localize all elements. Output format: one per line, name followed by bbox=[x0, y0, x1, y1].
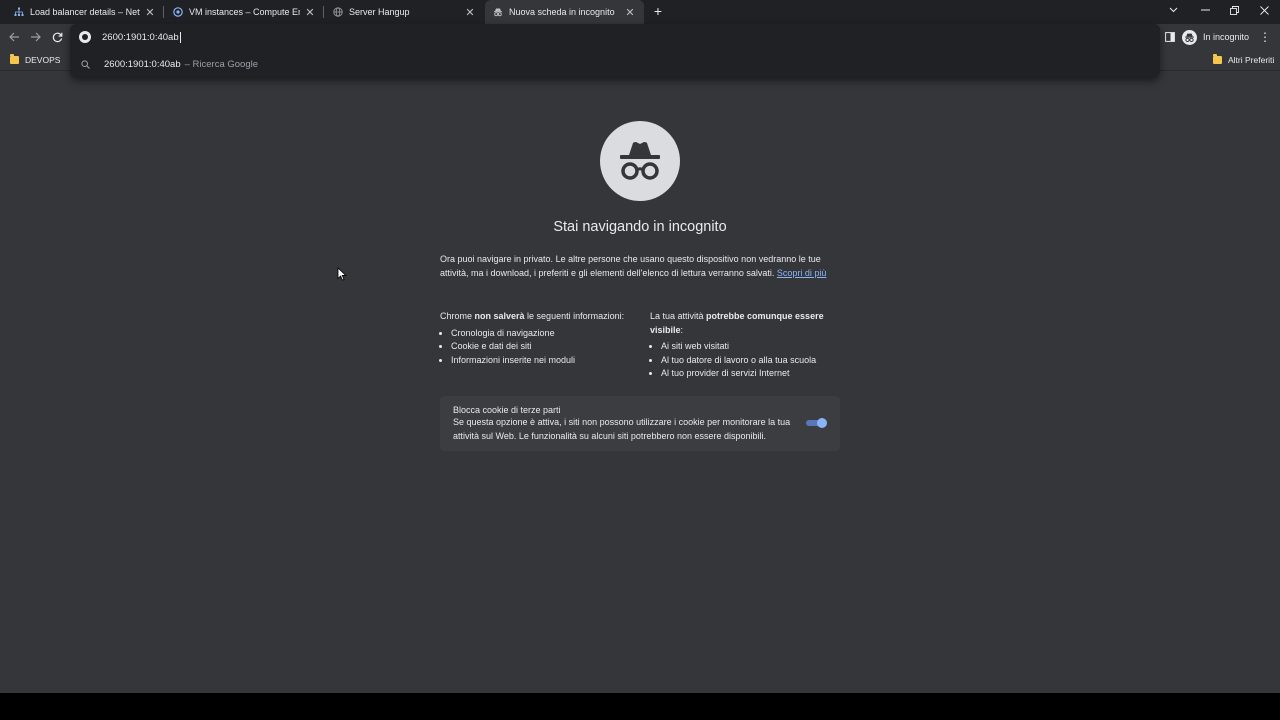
tab-title: VM instances – Compute Engine bbox=[189, 7, 300, 17]
tab-vm-instances[interactable]: VM instances – Compute Engine ✕ bbox=[165, 0, 324, 24]
cookie-card-description: Se questa opzione è attiva, i siti non p… bbox=[453, 417, 791, 441]
suggestion-subtext: – Ricerca Google bbox=[184, 58, 259, 70]
not-saved-heading: Chrome non salverà le seguenti informazi… bbox=[440, 310, 630, 324]
still-visible-heading: La tua attività potrebbe comunque essere… bbox=[650, 310, 840, 337]
kebab-menu-icon[interactable]: ⋮ bbox=[1259, 28, 1271, 46]
close-icon[interactable]: ✕ bbox=[304, 6, 316, 19]
close-icon[interactable]: ✕ bbox=[144, 6, 156, 19]
minimize-icon[interactable] bbox=[1190, 0, 1220, 20]
reload-icon[interactable] bbox=[48, 28, 66, 46]
intro-text: Ora puoi navigare in privato. Le altre p… bbox=[440, 254, 821, 278]
tab-load-balancer[interactable]: Load balancer details – Network ✕ bbox=[6, 0, 164, 24]
new-tab-icon[interactable]: + bbox=[650, 3, 666, 19]
tab-title: Server Hangup bbox=[349, 7, 410, 17]
side-panel-icon[interactable] bbox=[1164, 28, 1176, 46]
incognito-profile-chip[interactable]: In incognito bbox=[1182, 28, 1249, 46]
tab-title: Load balancer details – Network bbox=[30, 7, 140, 17]
incognito-icon bbox=[493, 7, 503, 17]
cookie-controls-card: Blocca cookie di terze parti Se questa o… bbox=[440, 396, 840, 451]
tab-search-icon[interactable] bbox=[1158, 0, 1188, 20]
list-item: Al tuo datore di lavoro o alla tua scuol… bbox=[661, 354, 840, 368]
not-saved-items: Cronologia di navigazione Cookie e dati … bbox=[440, 327, 630, 368]
tab-strip: Load balancer details – Network ✕ VM ins… bbox=[0, 0, 1280, 24]
mouse-cursor-icon bbox=[337, 267, 347, 281]
address-bar[interactable]: 2600:1901:0:40ab bbox=[70, 24, 1160, 50]
tab-incognito[interactable]: Nuova scheda in incognito ✕ bbox=[485, 0, 644, 24]
toggle-knob bbox=[817, 418, 827, 428]
heading-post: le seguenti informazioni: bbox=[524, 311, 625, 321]
search-icon bbox=[80, 59, 90, 69]
omnibox[interactable]: 2600:1901:0:40ab 2600:1901:0:40ab – Rice… bbox=[70, 24, 1160, 78]
bookmark-folder-other[interactable]: Altri Preferiti bbox=[1213, 53, 1274, 67]
heading-pre: Chrome bbox=[440, 311, 475, 321]
tab-server-hangup[interactable]: Server Hangup ✕ bbox=[325, 0, 484, 24]
globe-icon bbox=[333, 7, 343, 17]
google-icon bbox=[79, 31, 91, 43]
list-item: Al tuo provider di servizi Internet bbox=[661, 367, 840, 381]
list-item: Informazioni inserite nei moduli bbox=[451, 354, 630, 368]
network-icon bbox=[14, 7, 24, 17]
browser-window: Load balancer details – Network ✕ VM ins… bbox=[0, 0, 1280, 693]
folder-icon bbox=[1213, 54, 1222, 64]
text-caret bbox=[179, 31, 181, 43]
list-item: Cookie e dati dei siti bbox=[451, 340, 630, 354]
heading-bold: non salverà bbox=[474, 311, 525, 321]
close-window-icon[interactable] bbox=[1249, 0, 1279, 20]
intro-paragraph: Ora puoi navigare in privato. Le altre p… bbox=[440, 253, 840, 280]
heading-post: : bbox=[680, 324, 684, 335]
suggestion-text: 2600:1901:0:40ab bbox=[104, 58, 181, 70]
close-icon[interactable]: ✕ bbox=[624, 6, 636, 19]
still-visible-list: La tua attività potrebbe comunque essere… bbox=[650, 310, 840, 381]
incognito-hero-icon bbox=[600, 121, 680, 201]
learn-more-link[interactable]: Scopri di più bbox=[777, 268, 827, 278]
page-title: Stai navigando in incognito bbox=[553, 219, 727, 235]
cookie-card-title: Blocca cookie di terze parti bbox=[453, 405, 561, 415]
bookmark-folder-devops[interactable]: DEVOPS bbox=[10, 53, 60, 67]
still-visible-items: Ai siti web visitati Al tuo datore di la… bbox=[650, 340, 840, 381]
compute-engine-icon bbox=[173, 7, 183, 17]
list-item: Ai siti web visitati bbox=[661, 340, 840, 354]
bookmark-label: Altri Preferiti bbox=[1228, 55, 1275, 65]
omnibox-suggestion[interactable]: 2600:1901:0:40ab – Ricerca Google bbox=[70, 54, 1160, 74]
heading-pre: La tua attività bbox=[650, 311, 707, 321]
incognito-avatar-icon bbox=[1182, 29, 1197, 45]
close-icon[interactable]: ✕ bbox=[464, 6, 476, 19]
address-input[interactable]: 2600:1901:0:40ab bbox=[102, 32, 179, 43]
incognito-label: In incognito bbox=[1203, 32, 1250, 42]
bookmark-label: DEVOPS bbox=[25, 55, 61, 65]
forward-icon[interactable] bbox=[26, 28, 44, 46]
back-icon[interactable] bbox=[5, 28, 23, 46]
tab-title: Nuova scheda in incognito bbox=[509, 7, 615, 17]
new-tab-page: Stai navigando in incognito Ora puoi nav… bbox=[0, 70, 1280, 693]
list-item: Cronologia di navigazione bbox=[451, 327, 630, 341]
block-cookies-toggle[interactable] bbox=[806, 418, 827, 428]
restore-icon[interactable] bbox=[1219, 0, 1249, 20]
not-saved-list: Chrome non salverà le seguenti informazi… bbox=[440, 310, 630, 367]
folder-icon bbox=[10, 54, 19, 64]
